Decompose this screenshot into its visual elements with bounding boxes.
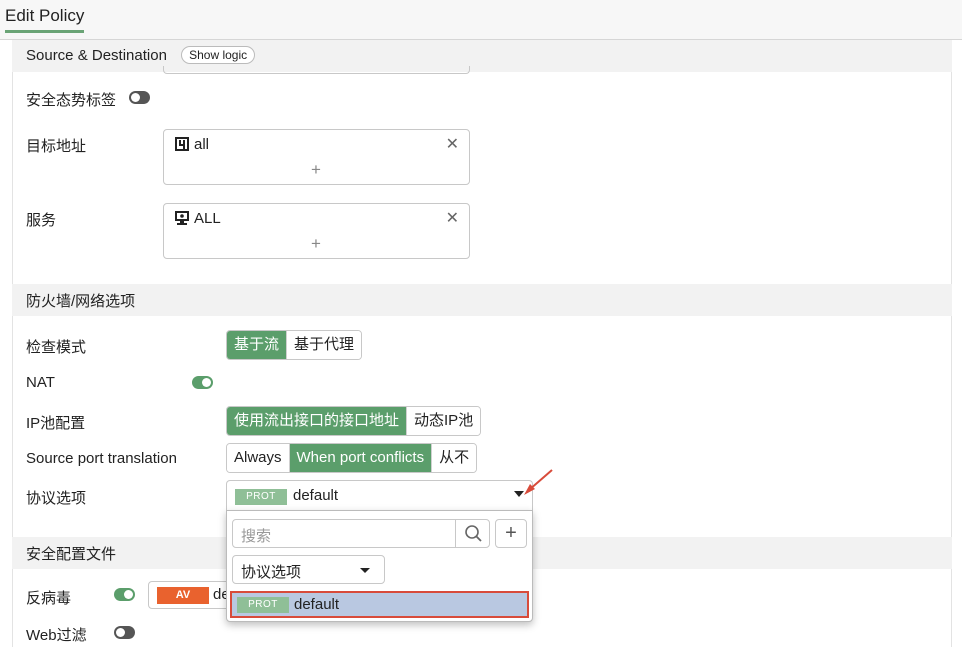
source-port-never-option[interactable]: 从不	[431, 444, 477, 472]
web-filter-label: Web过滤	[26, 627, 87, 644]
security-tag-toggle[interactable]	[129, 91, 150, 104]
toggle-knob	[202, 378, 211, 387]
destination-address-box[interactable]: all ✕ +	[163, 129, 470, 185]
option-label: default	[294, 596, 340, 613]
protocol-options-dropdown: 搜索 + 协议选项 PROT default	[226, 510, 533, 622]
dropdown-category-filter[interactable]: 协议选项	[232, 555, 385, 584]
show-logic-button[interactable]: Show logic	[181, 46, 256, 64]
dropdown-search-box[interactable]: 搜索	[232, 519, 490, 548]
inspection-proxy-option[interactable]: 基于代理	[286, 331, 362, 359]
protocol-options-select[interactable]: PROT default	[226, 480, 533, 510]
page-title: Edit Policy	[5, 6, 85, 33]
toggle-knob	[116, 628, 125, 637]
caret-down-icon[interactable]	[360, 568, 370, 573]
destination-value: all	[194, 136, 210, 153]
source-port-selector: Always When port conflicts 从不	[226, 443, 478, 473]
inspection-mode-label: 检查模式	[26, 339, 87, 356]
antivirus-toggle[interactable]	[114, 588, 135, 601]
add-protocol-option-button[interactable]: +	[495, 519, 527, 548]
service-label: 服务	[26, 212, 57, 229]
toggle-knob	[124, 590, 133, 599]
service-box[interactable]: ALL ✕ +	[163, 203, 470, 259]
protocol-value: default	[293, 487, 339, 504]
section-firewall: 防火墙/网络选项	[12, 284, 952, 316]
antivirus-profile-select[interactable]: AV de	[148, 581, 238, 609]
source-port-label: Source port translation	[26, 450, 177, 467]
search-icon[interactable]	[455, 520, 489, 547]
section-title: 防火墙/网络选项	[26, 293, 136, 310]
service-entry[interactable]: ALL	[174, 210, 221, 227]
ip-pool-label: IP池配置	[26, 415, 86, 432]
security-tag-label: 安全态势标签	[26, 92, 117, 109]
top-bar: Edit Policy	[0, 0, 962, 40]
inspection-flow-option[interactable]: 基于流	[227, 331, 287, 359]
add-service-icon[interactable]: +	[311, 234, 321, 254]
prot-tag: PROT	[235, 489, 287, 505]
service-icon	[175, 211, 189, 225]
source-port-conflicts-option[interactable]: When port conflicts	[288, 444, 432, 472]
source-address-box-bottom[interactable]	[163, 66, 470, 74]
source-port-always-option[interactable]: Always	[227, 444, 289, 472]
source-destination-panel	[12, 72, 952, 284]
toggle-knob	[131, 93, 140, 102]
dropdown-option-default[interactable]: PROT default	[230, 591, 529, 618]
ip-pool-selector: 使用流出接口的接口地址 动态IP池	[226, 406, 482, 436]
web-filter-toggle[interactable]	[114, 626, 135, 639]
add-destination-icon[interactable]: +	[311, 160, 321, 180]
inspection-mode-selector: 基于流 基于代理	[226, 330, 363, 360]
av-tag: AV	[157, 587, 209, 604]
section-title: 安全配置文件	[26, 546, 117, 563]
remove-destination-icon[interactable]: ✕	[446, 134, 459, 154]
search-input[interactable]: 搜索	[241, 525, 271, 546]
section-source-destination: Source & Destination Show logic	[12, 40, 952, 72]
address-group-icon	[175, 137, 189, 151]
nat-label: NAT	[26, 374, 55, 391]
nat-toggle[interactable]	[192, 376, 213, 389]
antivirus-label: 反病毒	[26, 590, 72, 607]
section-title: Source & Destination	[26, 47, 167, 64]
caret-down-icon[interactable]	[514, 491, 524, 497]
protocol-options-label: 协议选项	[26, 490, 87, 507]
service-value: ALL	[194, 210, 221, 227]
ip-pool-outgoing-interface-option[interactable]: 使用流出接口的接口地址	[227, 407, 407, 435]
remove-service-icon[interactable]: ✕	[446, 208, 459, 228]
ip-pool-dynamic-option[interactable]: 动态IP池	[406, 407, 481, 435]
filter-label: 协议选项	[241, 564, 302, 581]
prot-tag: PROT	[237, 597, 289, 613]
destination-entry[interactable]: all	[174, 136, 209, 153]
destination-label: 目标地址	[26, 138, 87, 155]
